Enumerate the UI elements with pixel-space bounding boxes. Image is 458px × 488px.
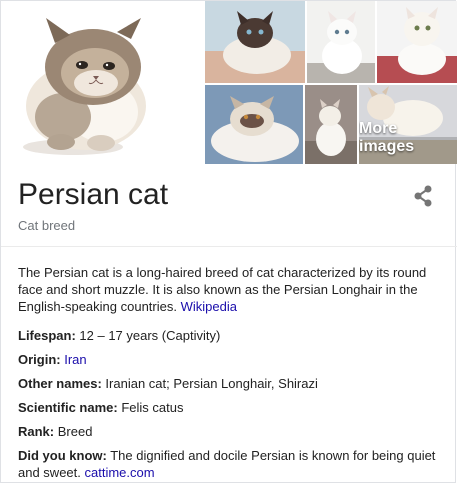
fact-origin: Origin: Iran [18,351,443,368]
fact-other-names: Other names: Iranian cat; Persian Longha… [18,375,443,392]
share-icon[interactable] [413,185,433,207]
fact-did-you-know: Did you know: The dignified and docile P… [18,447,443,481]
sitting-cat-thumbnail [305,85,357,164]
cattime-link[interactable]: cattime.com [85,465,155,480]
fact-label-rank: Rank: [18,424,55,439]
entity-content: The Persian cat is a long-haired breed o… [18,264,443,488]
main-cat-image[interactable] [1,1,203,164]
fact-value-rank: Breed [54,424,93,439]
image-gallery: More images [1,1,457,164]
white-cat-thumbnail [307,1,375,83]
origin-link[interactable]: Iran [64,352,86,367]
fact-value-lifespan: 12 – 17 years (Captivity) [75,328,221,343]
gallery-thumb-5[interactable] [305,85,357,164]
wikipedia-link[interactable]: Wikipedia [181,299,237,314]
fact-label-did-you-know: Did you know: [18,448,107,463]
fact-scientific-name: Scientific name: Felis catus [18,399,443,416]
fact-label-scientific-name: Scientific name: [18,400,118,415]
kitten-on-red-cushion-thumbnail [377,1,457,83]
gallery-thumb-6[interactable]: More images [359,85,457,164]
persian-kitten-illustration [1,1,203,164]
fact-label-lifespan: Lifespan: [18,328,76,343]
entity-subtitle: Cat breed [18,218,76,233]
fact-label-other-names: Other names: [18,376,102,391]
gallery-thumb-4[interactable] [205,85,303,164]
fact-lifespan: Lifespan: 12 – 17 years (Captivity) [18,327,443,344]
gallery-thumb-2[interactable] [307,1,375,83]
fact-rank: Rank: Breed [18,423,443,440]
lying-persian-thumbnail [205,85,303,164]
fact-value-scientific-name: Felis catus [117,400,184,415]
gallery-thumb-3[interactable] [377,1,457,83]
knowledge-panel: More images Persian cat Cat breed The Pe… [0,0,457,483]
fact-value-other-names: Iranian cat; Persian Longhair, Shirazi [101,376,318,391]
entity-title: Persian cat [18,178,169,211]
entity-description: The Persian cat is a long-haired breed o… [18,264,443,315]
more-images-link[interactable]: More images [359,120,449,156]
entity-header: Persian cat Cat breed [1,164,457,247]
fact-label-origin: Origin: [18,352,61,367]
gallery-thumb-1[interactable] [205,1,305,83]
kitten-on-blanket-thumbnail [205,1,305,83]
